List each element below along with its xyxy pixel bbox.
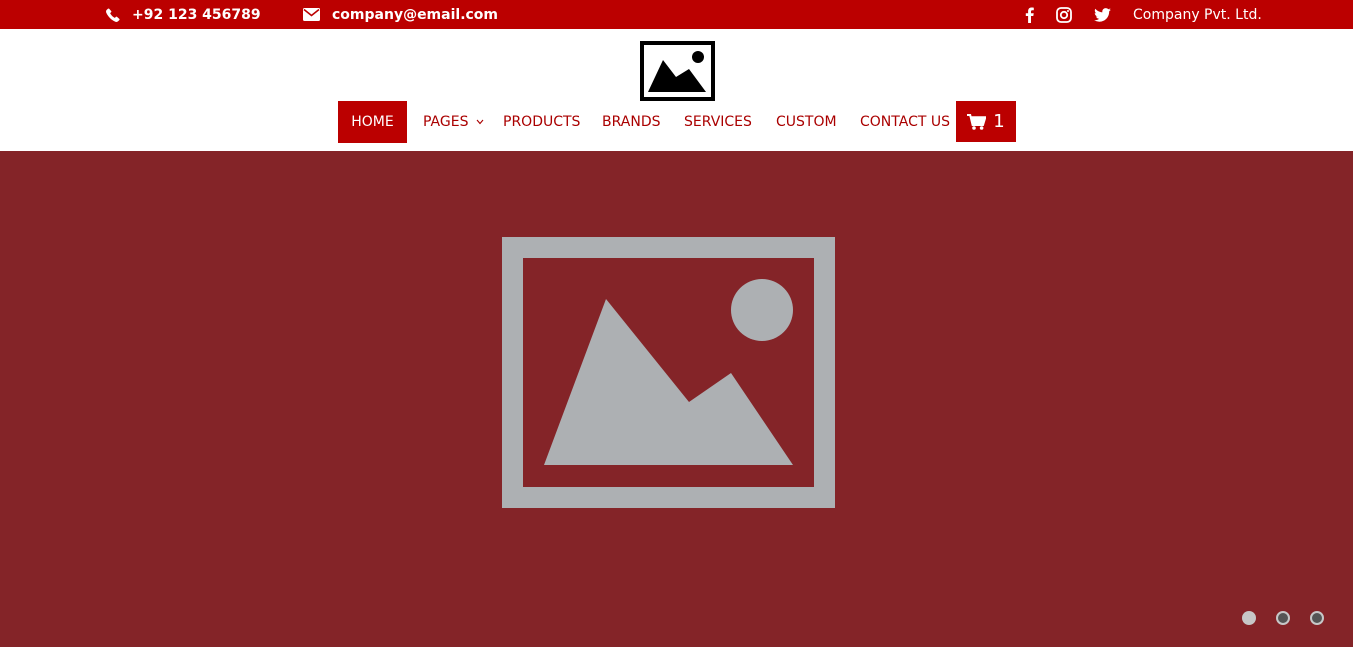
nav-item-products[interactable]: PRODUCTS — [503, 101, 580, 143]
nav-item-home[interactable]: HOME — [338, 101, 407, 143]
chevron-down-icon — [477, 119, 484, 125]
email-address: company@email.com — [332, 6, 499, 23]
instagram-link[interactable] — [1053, 0, 1075, 29]
hero-slider — [0, 151, 1353, 647]
slide-indicator-2[interactable] — [1276, 611, 1290, 625]
slide-indicator-1[interactable] — [1242, 611, 1256, 625]
nav-item-label: HOME — [351, 114, 394, 130]
nav-item-label: CUSTOM — [776, 114, 837, 130]
instagram-icon — [1056, 6, 1072, 23]
nav-item-custom[interactable]: CUSTOM — [776, 101, 837, 143]
facebook-icon — [1025, 7, 1034, 23]
twitter-icon — [1093, 7, 1111, 22]
nav-item-label: SERVICES — [684, 114, 752, 130]
shopping-cart-icon — [967, 113, 987, 130]
nav-item-label: CONTACT US — [860, 114, 950, 130]
site-logo[interactable] — [640, 41, 715, 101]
phone-number: +92 123 456789 — [132, 6, 261, 23]
nav-item-label: PRODUCTS — [503, 114, 581, 130]
twitter-link[interactable] — [1091, 0, 1113, 29]
facebook-link[interactable] — [1018, 0, 1040, 29]
nav-item-services[interactable]: SERVICES — [684, 101, 752, 143]
phone-icon — [106, 7, 120, 22]
phone-contact[interactable]: +92 123 456789 — [106, 0, 261, 29]
slide-indicator-3[interactable] — [1310, 611, 1324, 625]
email-contact[interactable]: company@email.com — [303, 0, 498, 29]
nav-item-brands[interactable]: BRANDS — [602, 101, 660, 143]
nav-item-contact-us[interactable]: CONTACT US — [860, 101, 950, 143]
nav-item-label: PAGES — [423, 114, 469, 130]
image-placeholder-icon — [640, 41, 715, 101]
cart-count: 1 — [993, 111, 1005, 132]
cart-button[interactable]: 1 — [956, 101, 1016, 142]
company-name: Company Pvt. Ltd. — [1133, 6, 1262, 23]
top-bar: +92 123 456789 company@email.com Company… — [0, 0, 1353, 29]
envelope-icon — [303, 8, 320, 21]
image-placeholder-icon — [502, 237, 835, 508]
nav-item-label: BRANDS — [602, 114, 661, 130]
main-nav: HOME PAGES PRODUCTS BRANDS SERVICES CUST… — [0, 101, 1353, 143]
nav-item-pages[interactable]: PAGES — [423, 101, 484, 143]
